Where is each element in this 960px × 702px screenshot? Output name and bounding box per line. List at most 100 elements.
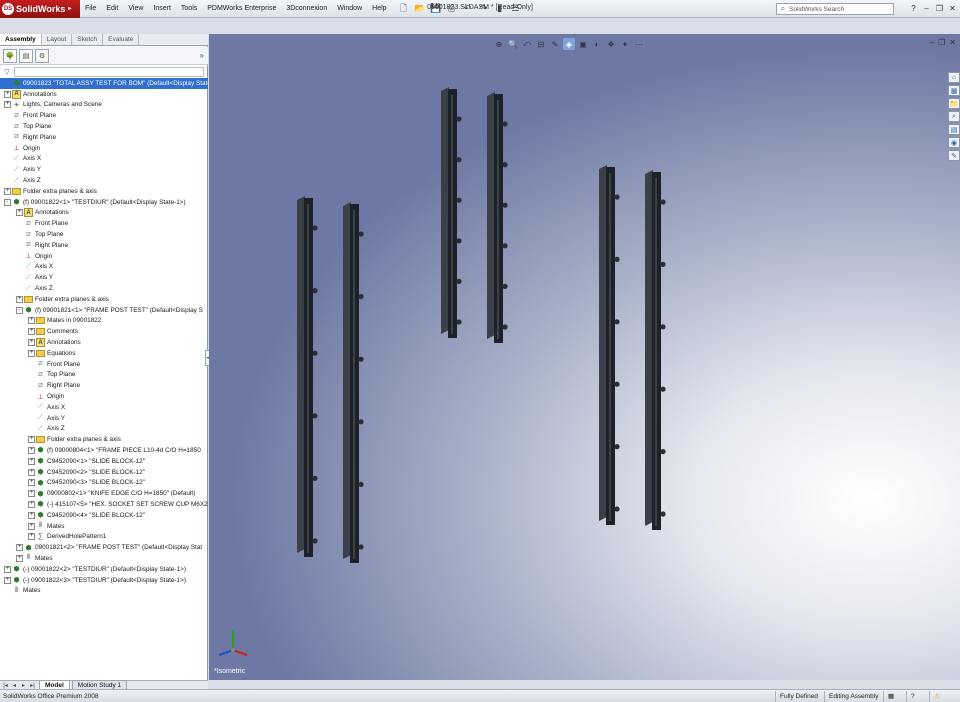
expand-icon[interactable]: + xyxy=(28,479,35,487)
tree-item[interactable]: + ⬢ 09000802<1> "KNIFE EDGE C/O H=1850" (D… xyxy=(0,488,208,499)
frame-post[interactable] xyxy=(343,202,364,563)
tree-item[interactable]: + ⫴ Mates xyxy=(0,521,208,532)
menu-item-3dconnexion[interactable]: 3Dconnexion xyxy=(281,0,332,18)
help-icon[interactable]: ? xyxy=(908,3,919,14)
tab-evaluate[interactable]: Evaluate xyxy=(103,34,140,45)
tree-item[interactable]: + ∑ DerivedHolePattern1 xyxy=(0,531,208,542)
menu-item-insert[interactable]: Insert xyxy=(148,0,176,18)
options-icon[interactable]: ☰ xyxy=(508,2,524,16)
expand-icon[interactable]: + xyxy=(16,295,23,303)
tree-item[interactable]: ⫴ Mates xyxy=(0,585,208,596)
tree-item[interactable]: ⧄ Top Plane xyxy=(0,121,208,132)
tree-item[interactable]: + ☀ Lights, Cameras and Scene xyxy=(0,100,208,111)
tree-item[interactable]: ⬢ 09001823 "TOTAL ASSY TEST FOR BOM" (Def… xyxy=(0,78,208,89)
tree-item[interactable]: ⧄ Front Plane xyxy=(0,218,208,229)
tree-item[interactable]: + ⬢ (-) 09001822<2> "TESTDIUR" (Default<Di… xyxy=(0,564,208,575)
last-tab-icon[interactable]: ▸| xyxy=(28,682,37,689)
tree-item[interactable]: ⟋ Axis X xyxy=(0,154,208,165)
menu-item-help[interactable]: Help xyxy=(367,0,391,18)
expand-icon[interactable]: + xyxy=(28,317,35,325)
tree-item[interactable]: + ⬢ C9452090<1> "SLIDE BLOCK-12" xyxy=(0,456,208,467)
tree-item[interactable]: + ⫴ Mates xyxy=(0,553,208,564)
menu-item-pdmworks-enterprise[interactable]: PDMWorks Enterprise xyxy=(202,0,281,18)
undo-icon[interactable]: ↶ xyxy=(460,2,476,16)
frame-post[interactable] xyxy=(441,87,462,338)
open-folder-icon[interactable]: 📂 xyxy=(412,2,428,16)
expand-icon[interactable]: + xyxy=(4,576,11,584)
tree-item[interactable]: ⧄ Top Plane xyxy=(0,229,208,240)
expand-icon[interactable]: + xyxy=(28,457,35,465)
tree-item[interactable]: + A Annotations xyxy=(0,337,208,348)
rebuild-icon[interactable]: ▮ xyxy=(492,2,508,16)
tree-item[interactable]: + ⬢ (-) 415107<5> "HEX. SOCKET SET SCREW C… xyxy=(0,499,208,510)
tree-item[interactable]: ⟋ Axis X xyxy=(0,402,208,413)
menu-item-view[interactable]: View xyxy=(123,0,148,18)
print-icon[interactable]: ⎙ xyxy=(444,2,460,16)
expand-icon[interactable]: + xyxy=(28,446,35,454)
expand-icon[interactable]: + xyxy=(4,187,11,195)
tab-sketch[interactable]: Sketch xyxy=(72,34,104,45)
tree-item[interactable]: ⊥ Origin xyxy=(0,143,208,154)
new-document-icon[interactable]: 🗋 xyxy=(396,2,412,16)
expand-icon[interactable]: + xyxy=(28,436,35,444)
minimize-icon[interactable]: – xyxy=(921,3,932,14)
graphics-area[interactable]: ⊕ 🔍 ⤺ ⊟ ✎ ◈ ▣ ◐ ❖ ✦ ⋯ – ❐ ✕ ⌂ ▦ 📁 ⌕ ▤ ◉ … xyxy=(209,34,960,680)
tree-item[interactable]: - ⬢ (f) 09001821<1> "FRAME POST TEST" (Def… xyxy=(0,305,208,316)
tree-item[interactable]: ⟋ Axis Y xyxy=(0,272,208,283)
frame-post[interactable] xyxy=(645,170,666,530)
redo-icon[interactable]: ↷ xyxy=(476,2,492,16)
menu-item-file[interactable]: File xyxy=(80,0,101,18)
frame-post[interactable] xyxy=(487,92,508,343)
save-icon[interactable]: 💾 xyxy=(428,2,444,16)
collapse-icon[interactable]: - xyxy=(16,306,23,314)
prev-tab-icon[interactable]: ◂ xyxy=(10,682,19,689)
tree-item[interactable]: + A Annotations xyxy=(0,208,208,219)
expand-icon[interactable]: + xyxy=(28,533,35,541)
filter-icon[interactable]: ▽ xyxy=(2,67,12,77)
expand-icon[interactable]: + xyxy=(28,468,35,476)
collapse-icon[interactable]: - xyxy=(4,198,11,206)
menu-item-edit[interactable]: Edit xyxy=(101,0,123,18)
tab-layout[interactable]: Layout xyxy=(42,34,73,45)
frame-post[interactable] xyxy=(599,165,620,525)
tree-item[interactable]: + ⬢ 09001821<2> "FRAME POST TEST" (Default… xyxy=(0,542,208,553)
tree-item[interactable]: ⟋ Axis X xyxy=(0,262,208,273)
feature-tree-icon[interactable]: 🌳 xyxy=(3,48,17,63)
tree-item[interactable]: ⟋ Axis Z xyxy=(0,175,208,186)
close-icon[interactable]: ✕ xyxy=(947,3,958,14)
tree-item[interactable]: ⧄ Front Plane xyxy=(0,359,208,370)
tree-item[interactable]: + ⬢ (f) 09000804<1> "FRAME PIECE L10-4d C/… xyxy=(0,445,208,456)
tree-item[interactable]: + Folder extra planes & axis xyxy=(0,434,208,445)
tree-item[interactable]: ⟋ Axis Z xyxy=(0,283,208,294)
tree-item[interactable]: + A Annotations xyxy=(0,89,208,100)
solidworks-logo[interactable]: DS SolidWorks ▸ xyxy=(0,0,80,18)
tree-item[interactable]: ⧄ Front Plane xyxy=(0,110,208,121)
warning-icon[interactable]: ⚠ xyxy=(929,691,960,702)
search-box[interactable]: ⌕ SolidWorks Search xyxy=(776,3,894,15)
expand-icon[interactable]: + xyxy=(28,522,35,530)
expand-icon[interactable]: + xyxy=(16,554,23,562)
filter-input[interactable] xyxy=(14,67,204,77)
tab-assembly[interactable]: Assembly xyxy=(0,34,42,45)
tree-item[interactable]: ⟋ Axis Z xyxy=(0,424,208,435)
rebuild-status-icon[interactable]: ▦ xyxy=(883,691,905,702)
assembly-model[interactable] xyxy=(209,34,960,680)
tree-item[interactable]: + ⬢ (-) 09001822<3> "TESTDIUR" (Default<Di… xyxy=(0,575,208,586)
expand-icon[interactable]: + xyxy=(28,339,35,347)
first-tab-icon[interactable]: |◂ xyxy=(1,682,10,689)
expand-icon[interactable]: + xyxy=(28,511,35,519)
expand-icon[interactable]: + xyxy=(16,544,23,552)
expand-panel-icon[interactable]: » xyxy=(200,51,204,60)
frame-post[interactable] xyxy=(297,196,318,557)
menu-item-window[interactable]: Window xyxy=(332,0,367,18)
expand-icon[interactable]: + xyxy=(16,209,23,217)
expand-icon[interactable]: + xyxy=(28,490,35,498)
tree-item[interactable]: - ⬢ (f) 09001822<1> "TESTDIUR" (Default<Di… xyxy=(0,197,208,208)
tree-item[interactable]: + ⬢ C9452090<3> "SLIDE BLOCK-12" xyxy=(0,477,208,488)
expand-icon[interactable]: + xyxy=(4,565,11,573)
tree-item[interactable]: + Folder extra planes & axis xyxy=(0,294,208,305)
tree-item[interactable]: + Mates in 09001822 xyxy=(0,316,208,327)
tree-item[interactable]: ⧄ Right Plane xyxy=(0,240,208,251)
tree-item[interactable]: + Folder extra planes & axis xyxy=(0,186,208,197)
configuration-manager-icon[interactable]: ⚙ xyxy=(35,48,49,63)
